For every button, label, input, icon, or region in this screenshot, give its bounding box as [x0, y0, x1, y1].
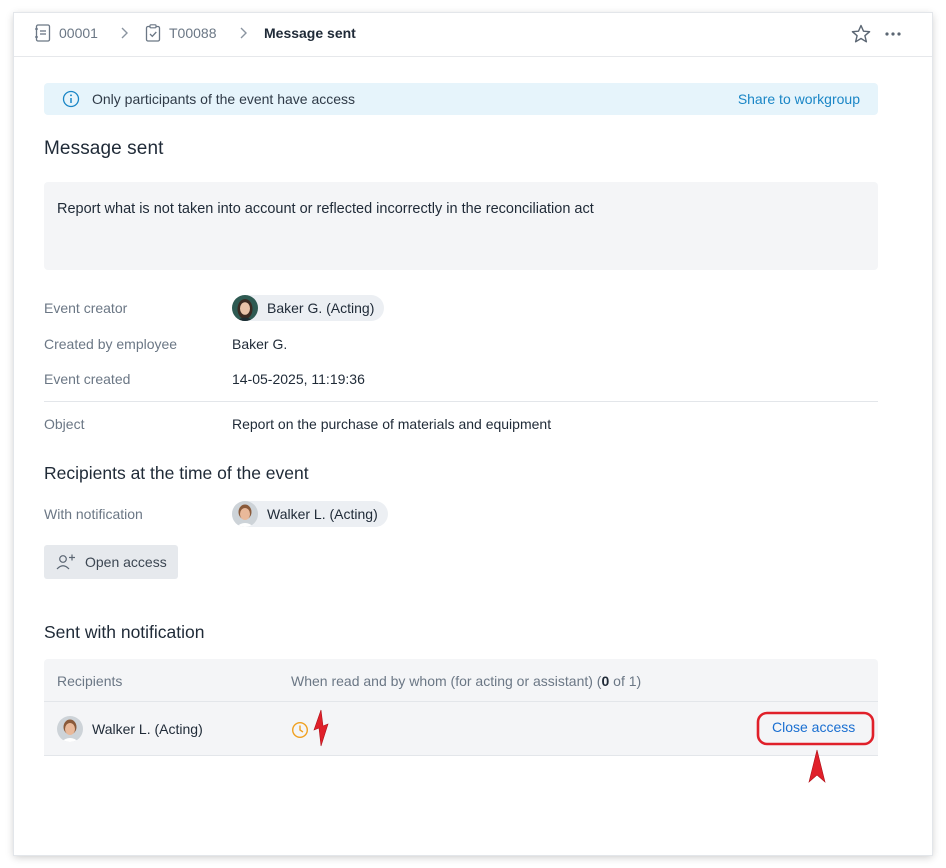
add-user-icon [56, 554, 75, 570]
document-icon [35, 24, 51, 42]
column-header-when-read: When read and by whom (for acting or ass… [291, 673, 641, 689]
detail-label: Event created [44, 371, 131, 387]
object-link[interactable]: Report on the purchase of materials and … [232, 416, 551, 432]
info-icon [62, 90, 80, 108]
page-title: Message sent [44, 138, 164, 159]
access-info-bar: Only participants of the event have acce… [44, 83, 878, 115]
access-info-text: Only participants of the event have acce… [92, 91, 356, 107]
open-access-button[interactable]: Open access [44, 545, 178, 579]
share-to-workgroup-link[interactable]: Share to workgroup [738, 91, 860, 107]
star-icon[interactable] [850, 23, 872, 45]
detail-row-object: Object Report on the purchase of materia… [44, 413, 551, 435]
table-header: Recipients When read and by whom (for ac… [44, 659, 878, 702]
user-chip-name: Baker G. (Acting) [267, 300, 375, 316]
open-access-label: Open access [85, 554, 167, 570]
recipient-cell[interactable]: Walker L. (Acting) [57, 716, 203, 742]
chevron-right-icon [121, 27, 128, 39]
chevron-right-icon [240, 27, 247, 39]
user-chip[interactable]: Baker G. (Acting) [232, 295, 385, 321]
recipients-heading: Recipients at the time of the event [44, 463, 309, 483]
breadcrumb-label: 00001 [59, 25, 98, 41]
divider [44, 401, 878, 402]
avatar [232, 501, 258, 527]
detail-value: Baker G. [232, 336, 288, 352]
header-bar: 00001 T00088 Message sent [14, 13, 932, 57]
breadcrumb-label: T00088 [169, 25, 217, 41]
detail-value: 14-05-2025, 11:19:36 [232, 371, 365, 387]
recipient-name: Walker L. (Acting) [92, 721, 203, 737]
avatar [232, 295, 258, 321]
breadcrumb-item-document[interactable]: 00001 [35, 13, 98, 53]
detail-label: With notification [44, 506, 143, 522]
event-card: 00001 T00088 Message sent Only participa… [14, 13, 932, 855]
detail-row-created-by: Created by employee Baker G. [44, 333, 287, 355]
recipient-row: With notification Walker L. (Acting) [44, 501, 388, 527]
message-text: Report what is not taken into account or… [44, 182, 878, 270]
table-row: Walker L. (Acting) Close access [44, 702, 878, 756]
user-chip-name: Walker L. (Acting) [267, 506, 378, 522]
detail-label: Event creator [44, 300, 128, 316]
task-icon [145, 24, 161, 42]
avatar [57, 716, 83, 742]
sent-table: Recipients When read and by whom (for ac… [44, 659, 878, 756]
column-header-recipients: Recipients [57, 673, 123, 689]
detail-row-created: Event created 14-05-2025, 11:19:36 [44, 368, 365, 390]
column-header-text: When read and by whom (for acting or ass… [291, 673, 602, 689]
breadcrumb-item-task[interactable]: T00088 [145, 13, 216, 53]
clock-icon [291, 721, 309, 739]
breadcrumb-current: Message sent [264, 25, 356, 41]
detail-row-creator: Event creator Baker G. (Acting) [44, 295, 385, 321]
close-access-link[interactable]: Close access [772, 719, 855, 735]
user-chip[interactable]: Walker L. (Acting) [232, 501, 388, 527]
detail-label: Object [44, 416, 85, 432]
detail-label: Created by employee [44, 336, 178, 352]
read-total: of 1) [609, 673, 642, 689]
more-options-icon[interactable] [882, 23, 904, 45]
sent-heading: Sent with notification [44, 622, 205, 642]
